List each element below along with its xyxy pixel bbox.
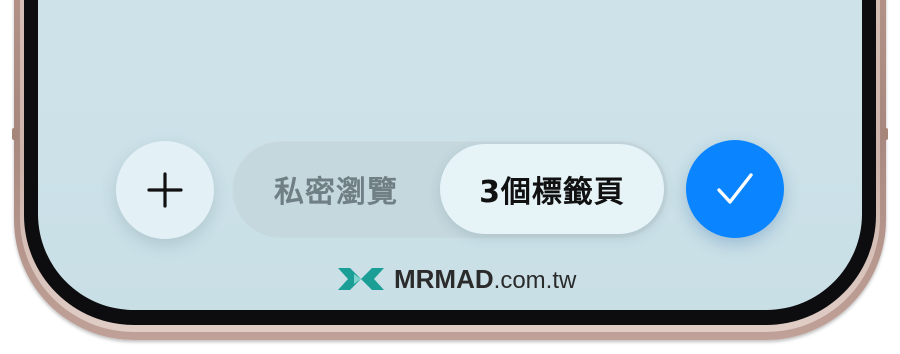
private-browsing-tab[interactable]: 私密瀏覽 [232, 140, 440, 238]
new-tab-button[interactable] [116, 141, 214, 239]
mrmad-logo-icon [338, 268, 384, 290]
tabs-count-label: 3個標籤頁 [479, 175, 625, 210]
checkmark-icon [717, 173, 753, 204]
side-button-right [882, 128, 888, 140]
plus-icon [147, 172, 183, 208]
tab-mode-segmented-control: 私密瀏覽 3個標籤頁 [232, 140, 668, 238]
private-browsing-label: 私密瀏覽 [274, 175, 398, 210]
watermark-brand: MRMAD [394, 263, 494, 294]
watermark-domain: .com.tw [493, 266, 577, 294]
watermark-text: MRMAD.com.tw [394, 264, 576, 295]
tabs-count-tab[interactable]: 3個標籤頁 [440, 144, 664, 234]
phone-screenshot: 私密瀏覽 3個標籤頁 MRMAD.com.tw [0, 0, 900, 354]
watermark: MRMAD.com.tw [336, 262, 576, 296]
side-button-left [12, 128, 18, 140]
done-button[interactable] [686, 140, 784, 238]
